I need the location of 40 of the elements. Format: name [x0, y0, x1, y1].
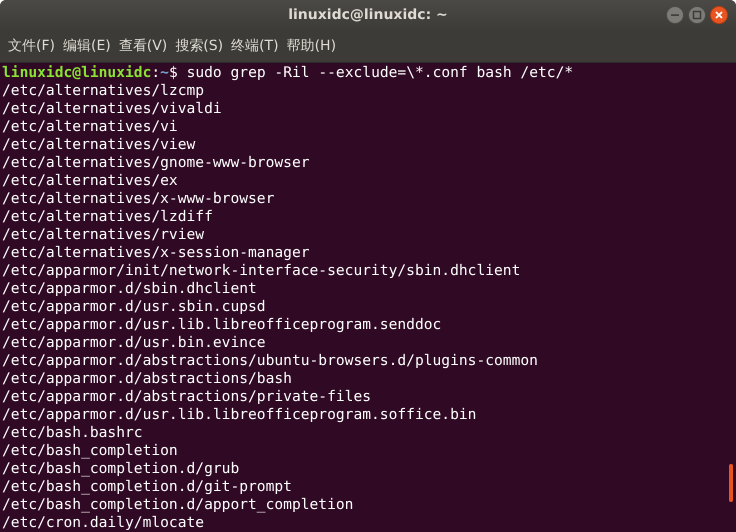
- prompt-separator: :: [151, 64, 160, 82]
- output-line: /etc/cron.daily/mlocate: [2, 514, 204, 532]
- output-line: /etc/bash_completion.d/grub: [2, 460, 240, 478]
- output-line: /etc/bash_completion: [2, 442, 178, 460]
- output-line: /etc/bash_completion.d/git-prompt: [2, 478, 292, 496]
- menu-item[interactable]: 编辑(E): [58, 33, 115, 59]
- output-line: /etc/alternatives/lzcmp: [2, 82, 204, 100]
- output-line: /etc/apparmor.d/usr.lib.libreofficeprogram.senddoc: [2, 316, 442, 334]
- menu-item[interactable]: 搜索(S): [171, 33, 228, 59]
- output-line: /etc/alternatives/x-www-browser: [2, 190, 274, 208]
- output-line: /etc/bash.bashrc: [2, 424, 143, 442]
- menu-item[interactable]: 终端(T): [227, 33, 283, 59]
- output-line: /etc/apparmor.d/sbin.dhclient: [2, 280, 257, 298]
- scrollbar-thumb[interactable]: [729, 464, 733, 502]
- output-line: /etc/apparmor.d/abstractions/ubuntu-browsers.d/plugins-common: [2, 352, 538, 370]
- output-line: /etc/apparmor.d/abstractions/bash: [2, 370, 292, 388]
- minimize-icon[interactable]: [666, 6, 684, 24]
- output-line: /etc/apparmor/init/network-interface-security/sbin.dhclient: [2, 262, 520, 280]
- output-line: /etc/alternatives/vi: [2, 118, 178, 136]
- output-line: /etc/alternatives/lzdiff: [2, 208, 213, 226]
- prompt-symbol: $: [168, 64, 178, 82]
- output-line: /etc/alternatives/ex: [2, 172, 178, 190]
- output-line: /etc/alternatives/vivaldi: [2, 100, 222, 118]
- menu-item[interactable]: 帮助(H): [282, 33, 340, 59]
- output-line: /etc/apparmor.d/usr.lib.libreofficeprogram.soffice.bin: [2, 406, 476, 424]
- command-text: sudo grep -Ril --exclude=\*.conf bash /etc/*: [186, 64, 574, 82]
- prompt-user-host: linuxidc@linuxidc: [2, 64, 152, 82]
- output-line: /etc/alternatives/view: [2, 136, 196, 154]
- output-line: /etc/alternatives/x-session-manager: [2, 244, 310, 262]
- output-line: /etc/alternatives/gnome-www-browser: [2, 154, 310, 172]
- output-line: /etc/apparmor.d/usr.sbin.cupsd: [2, 298, 266, 316]
- output-line: /etc/apparmor.d/usr.bin.evince: [2, 334, 266, 352]
- menu-item[interactable]: 文件(F): [4, 33, 59, 59]
- output-line: /etc/apparmor.d/abstractions/private-files: [2, 388, 372, 406]
- output-line: /etc/alternatives/rview: [2, 226, 204, 244]
- menu-item[interactable]: 查看(V): [114, 33, 172, 59]
- output-line: /etc/bash_completion.d/apport_completion: [2, 496, 354, 514]
- window-title: linuxidc@linuxidc: ~: [288, 7, 448, 23]
- prompt-path: ~: [160, 64, 169, 82]
- close-icon[interactable]: [710, 6, 728, 24]
